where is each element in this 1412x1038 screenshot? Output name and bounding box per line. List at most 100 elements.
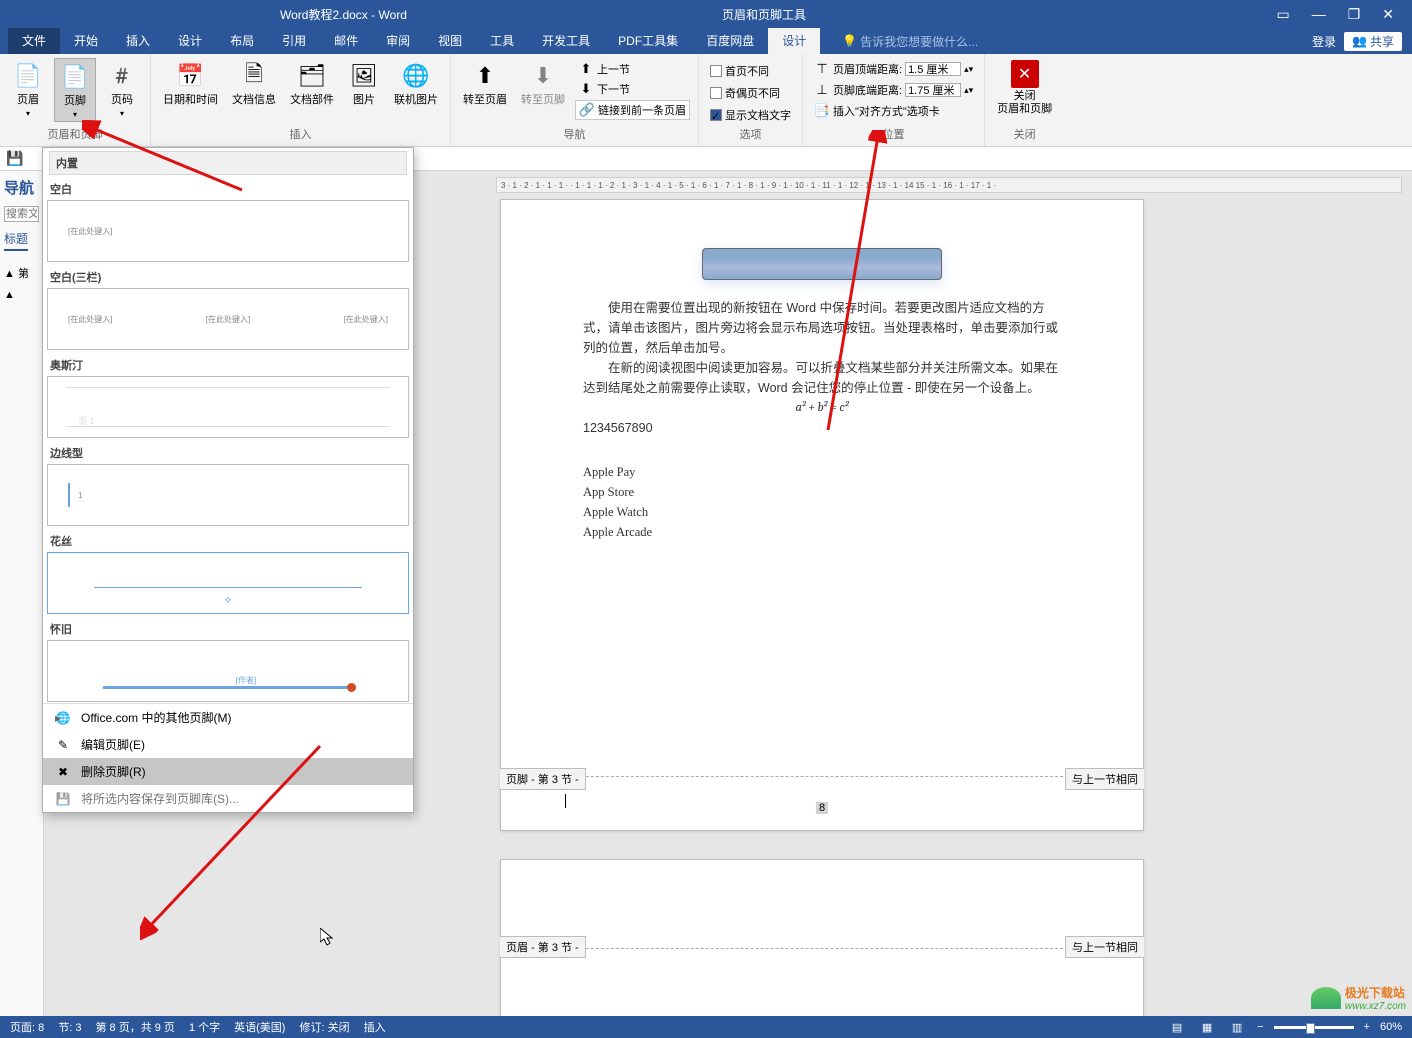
picture-button[interactable]: 🖼图片: [344, 58, 384, 109]
login-link[interactable]: 登录: [1312, 33, 1336, 50]
body-paragraph: 在新的阅读视图中阅读更加容易。可以折叠文档某些部分并关注所需文本。如果在达到结尾…: [583, 358, 1061, 398]
gallery-item-blank[interactable]: [在此处键入]: [47, 200, 409, 262]
navigation-pane: 导航 标题 ▲ 第 ▲: [0, 171, 44, 1016]
picture-icon: 🖼: [348, 60, 380, 92]
minimize-icon[interactable]: —: [1312, 6, 1326, 22]
office-icon: 🌐: [55, 710, 71, 726]
top-distance-icon: ⊤: [814, 61, 830, 77]
header-section-tab: 页眉 - 第 3 节 -: [500, 936, 586, 958]
share-button[interactable]: 👥共享: [1344, 32, 1402, 51]
zoom-slider[interactable]: [1274, 1026, 1354, 1029]
watermark-logo-icon: [1311, 987, 1341, 1009]
header-boundary: [501, 948, 1143, 949]
tab-layout[interactable]: 布局: [216, 28, 268, 54]
save-icon[interactable]: 💾: [6, 150, 23, 167]
gallery-item-retro[interactable]: [作者]: [47, 640, 409, 702]
status-tracking[interactable]: 修订: 关闭: [299, 1019, 349, 1035]
view-web-icon[interactable]: ▥: [1227, 1019, 1247, 1035]
footer-button[interactable]: 📄页脚▾: [54, 58, 96, 122]
chevron-down-icon: ▾: [26, 109, 30, 118]
show-text-checkbox[interactable]: ✓显示文档文字: [707, 106, 794, 124]
prev-section-button[interactable]: ⬆上一节: [575, 60, 690, 78]
goto-footer-button[interactable]: ⬇转至页脚: [517, 58, 569, 109]
page-number-icon: #️: [106, 60, 138, 92]
footer-boundary: [501, 776, 1143, 777]
link-icon: 🔗: [579, 102, 595, 118]
ribbon-options-icon[interactable]: ▭: [1276, 6, 1289, 23]
gallery-item-title: 边线型: [46, 439, 410, 463]
link-prev-button[interactable]: 🔗链接到前一条页眉: [575, 100, 690, 120]
group-position: ⊤页眉顶端距离:▴▾ ⊥页脚底端距离:▴▾ 📑插入"对齐方式"选项卡 位置: [803, 54, 985, 146]
zoom-in-button[interactable]: +: [1364, 1021, 1370, 1033]
quickparts-icon: 🗂: [296, 60, 328, 92]
tab-references[interactable]: 引用: [268, 28, 320, 54]
status-words[interactable]: 1 个字: [189, 1019, 220, 1035]
save-to-gallery[interactable]: 💾将所选内容保存到页脚库(S)...: [43, 785, 413, 812]
tell-me-input[interactable]: 💡告诉我您想要做什么...: [820, 33, 978, 50]
docinfo-button[interactable]: 🗎文档信息: [228, 58, 280, 109]
pagenum-button[interactable]: #️页码▾: [102, 58, 142, 120]
inline-image[interactable]: [702, 248, 942, 280]
next-section-button[interactable]: ⬇下一节: [575, 80, 690, 98]
gallery-item-sideline[interactable]: 1: [47, 464, 409, 526]
datetime-button[interactable]: 📅日期和时间: [159, 58, 222, 109]
restore-icon[interactable]: ❐: [1348, 6, 1361, 23]
tab-file[interactable]: 文件: [8, 28, 60, 54]
tab-insert[interactable]: 插入: [112, 28, 164, 54]
online-pic-button[interactable]: 🌐联机图片: [390, 58, 442, 109]
close-hf-button[interactable]: ✕ 关闭页眉和页脚: [993, 58, 1056, 118]
zoom-out-button[interactable]: −: [1257, 1021, 1263, 1033]
insert-align-tab-button[interactable]: 📑插入"对齐方式"选项卡: [811, 102, 976, 120]
tab-hf-design[interactable]: 设计: [768, 28, 820, 54]
tab-tools[interactable]: 工具: [476, 28, 528, 54]
status-insert[interactable]: 插入: [364, 1019, 386, 1035]
body-text: 1234567890: [583, 418, 1061, 438]
footer-icon: 📄: [59, 61, 91, 93]
tab-review[interactable]: 审阅: [372, 28, 424, 54]
goto-header-button[interactable]: ⬆转至页眉: [459, 58, 511, 109]
tab-design[interactable]: 设计: [164, 28, 216, 54]
more-footers-office[interactable]: 🌐Office.com 中的其他页脚(M)▸: [43, 704, 413, 731]
tab-developer[interactable]: 开发工具: [528, 28, 604, 54]
horizontal-ruler[interactable]: 3 · 1 · 2 · 1 · 1 · 1 · · 1 · 1 · 1 · 2 …: [496, 177, 1402, 193]
tab-view[interactable]: 视图: [424, 28, 476, 54]
docparts-button[interactable]: 🗂文档部件: [286, 58, 338, 109]
close-icon[interactable]: ✕: [1382, 6, 1394, 23]
page-number[interactable]: 8: [816, 802, 828, 814]
zoom-percent[interactable]: 60%: [1380, 1021, 1402, 1033]
remove-footer[interactable]: ✖删除页脚(R): [43, 758, 413, 785]
footer-bottom-input[interactable]: [905, 83, 961, 97]
nav-search-input[interactable]: [4, 206, 39, 222]
calendar-icon: 📅: [175, 60, 207, 92]
edit-footer[interactable]: ✎编辑页脚(E): [43, 731, 413, 758]
nav-tab-headings[interactable]: 标题: [4, 230, 28, 251]
header-button[interactable]: 📄页眉▾: [8, 58, 48, 120]
view-read-icon[interactable]: ▤: [1167, 1019, 1187, 1035]
diff-first-checkbox[interactable]: 首页不同: [707, 62, 794, 80]
gallery-item-filigree[interactable]: ⟡: [47, 552, 409, 614]
tab-baidu[interactable]: 百度网盘: [692, 28, 768, 54]
nav-tree-item[interactable]: ▲: [4, 287, 39, 303]
tab-home[interactable]: 开始: [60, 28, 112, 54]
gallery-item-blank-three[interactable]: [在此处键入] [在此处键入] [在此处键入]: [47, 288, 409, 350]
status-lang[interactable]: 英语(美国): [234, 1019, 285, 1035]
gallery-item-austin[interactable]: 页 1: [47, 376, 409, 438]
tab-pdf[interactable]: PDF工具集: [604, 28, 692, 54]
status-page[interactable]: 页面: 8: [10, 1019, 44, 1035]
nav-tree-item[interactable]: ▲ 第: [4, 263, 39, 283]
header-top-input[interactable]: [905, 62, 961, 76]
ribbon: 📄页眉▾ 📄页脚▾ #️页码▾ 页眉和页脚 📅日期和时间 🗎文档信息 🗂文档部件…: [0, 54, 1412, 147]
view-print-icon[interactable]: ▦: [1197, 1019, 1217, 1035]
chevron-down-icon: ▾: [73, 110, 77, 119]
spinner-icon[interactable]: ▴▾: [964, 85, 973, 96]
side-bar-icon: [68, 483, 70, 507]
spinner-icon[interactable]: ▴▾: [964, 64, 973, 75]
header-same-prev-tab: 与上一节相同: [1065, 936, 1144, 958]
status-section[interactable]: 节: 3: [58, 1019, 81, 1035]
checkbox-icon: [710, 87, 722, 99]
diff-odd-checkbox[interactable]: 奇偶页不同: [707, 84, 794, 102]
checkbox-icon: [710, 65, 722, 77]
gallery-item-title: 奥斯汀: [46, 351, 410, 375]
status-pageof[interactable]: 第 8 页，共 9 页: [95, 1019, 174, 1035]
tab-mailings[interactable]: 邮件: [320, 28, 372, 54]
